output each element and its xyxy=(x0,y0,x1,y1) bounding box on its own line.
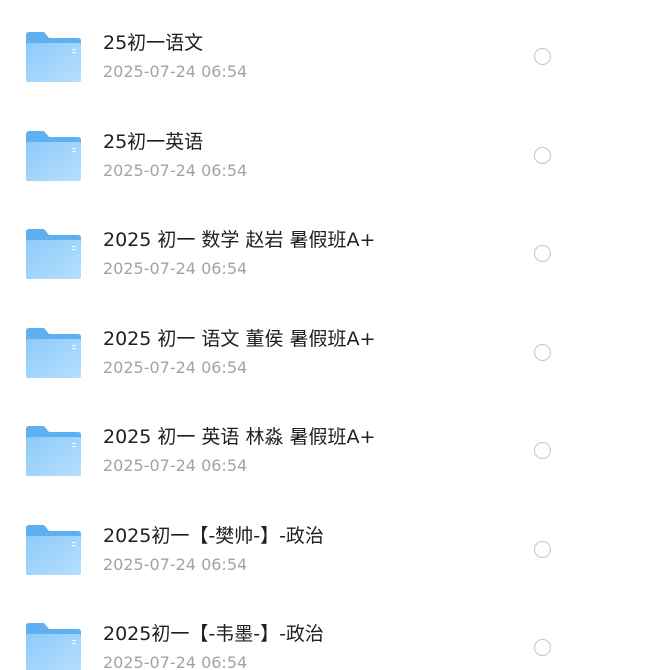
modified-time: 2025-07-24 06:54 xyxy=(103,653,248,670)
folder-icon xyxy=(26,229,81,279)
list-item[interactable]: 2025初一【-韦墨-】-政治 2025-07-24 06:54 xyxy=(0,591,665,670)
folder-name: 2025初一【-韦墨-】-政治 xyxy=(103,623,324,645)
select-radio[interactable] xyxy=(534,442,551,459)
folder-name: 25初一英语 xyxy=(103,130,204,153)
list-item[interactable]: 2025 初一 数学 赵岩 暑假班A+ 2025-07-24 06:54 xyxy=(0,197,665,296)
select-radio[interactable] xyxy=(534,343,551,361)
folder-icon xyxy=(26,32,81,82)
list-item[interactable]: 2025初一【-樊帅-】-政治 2025-07-24 06:54 xyxy=(0,493,665,592)
modified-time: 2025-07-24 06:54 xyxy=(103,160,248,180)
list-item[interactable]: 25初一英语 2025-07-24 06:54 xyxy=(0,99,665,198)
folder-name: 2025 初一 语文 董侯 暑假班A+ xyxy=(103,327,376,350)
modified-time: 2025-07-24 06:54 xyxy=(103,259,248,278)
list-item[interactable]: 2025 初一 语文 董侯 暑假班A+ 2025-07-24 06:54 xyxy=(0,296,665,395)
list-item[interactable]: 25初一语文 2025-07-24 06:54 xyxy=(0,0,665,99)
select-radio[interactable] xyxy=(534,48,551,65)
folder-name: 2025 初一 数学 赵岩 暑假班A+ xyxy=(103,229,376,251)
folder-name: 25初一语文 xyxy=(103,32,204,54)
folder-icon xyxy=(26,623,81,670)
modified-time: 2025-07-24 06:54 xyxy=(103,554,248,574)
folder-name: 2025初一【-樊帅-】-政治 xyxy=(103,524,324,547)
folder-icon xyxy=(26,426,81,476)
modified-time: 2025-07-24 06:54 xyxy=(103,62,248,81)
folder-icon xyxy=(26,327,81,378)
select-radio[interactable] xyxy=(534,639,551,656)
list-item[interactable]: 2025 初一 英语 林淼 暑假班A+ 2025-07-24 06:54 xyxy=(0,394,665,493)
folder-icon xyxy=(26,524,81,575)
select-radio[interactable] xyxy=(534,540,551,558)
modified-time: 2025-07-24 06:54 xyxy=(103,456,248,475)
modified-time: 2025-07-24 06:54 xyxy=(103,357,248,377)
select-radio[interactable] xyxy=(534,146,551,164)
select-radio[interactable] xyxy=(534,245,551,262)
folder-icon xyxy=(26,130,81,181)
folder-name: 2025 初一 英语 林淼 暑假班A+ xyxy=(103,426,376,448)
